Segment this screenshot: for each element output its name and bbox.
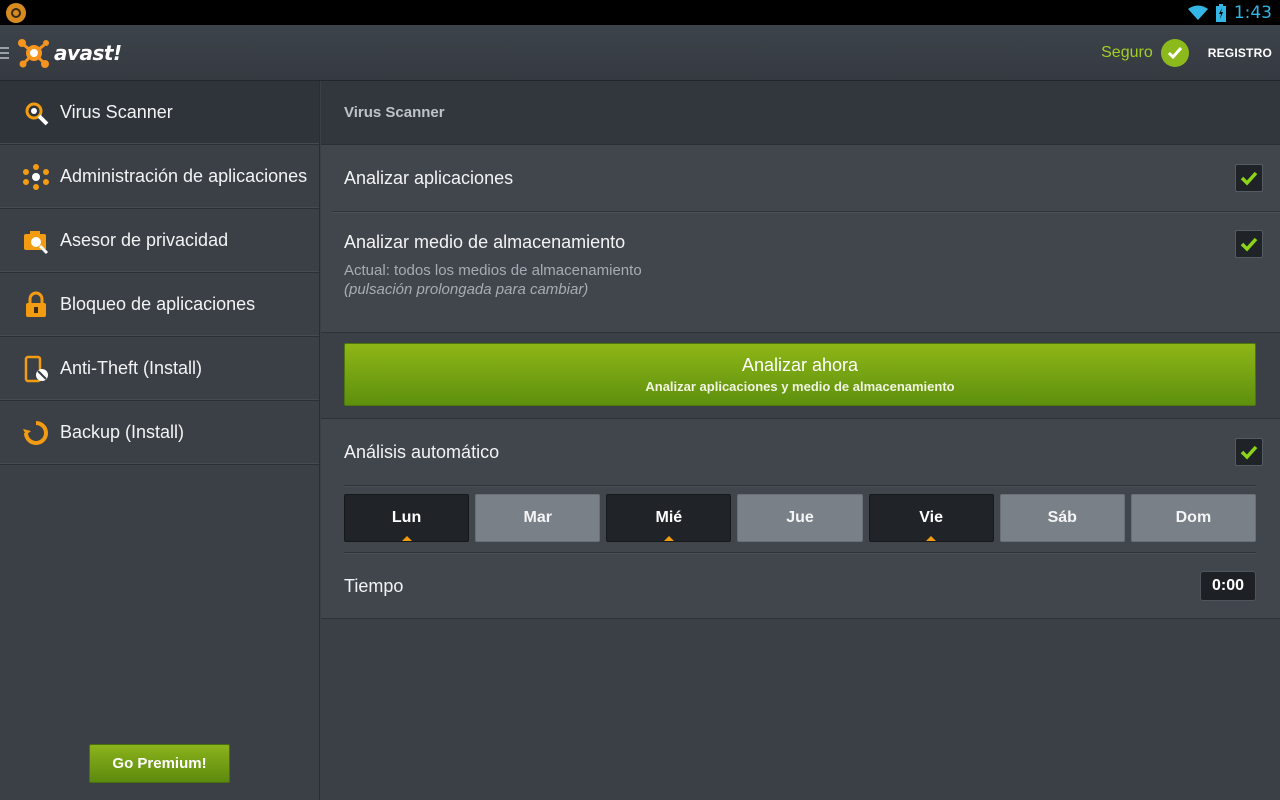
menu-icon[interactable]: [0, 46, 10, 59]
battery-icon: [1215, 3, 1226, 22]
sidebar-item-label: Bloqueo de aplicaciones: [60, 294, 256, 314]
auto-scan-label: Análisis automático: [344, 441, 500, 462]
scan-settings-panel: Analizar aplicaciones Analizar medio de …: [321, 145, 1280, 333]
scan-apps-row[interactable]: Analizar aplicaciones: [321, 145, 1280, 211]
scan-storage-row[interactable]: Analizar medio de almacenamiento Actual:…: [321, 212, 1280, 332]
day-toggle-sat[interactable]: Sáb: [999, 494, 1125, 542]
anti-theft-icon: [22, 355, 50, 383]
scan-storage-label: Analizar medio de almacenamiento: [344, 232, 626, 252]
sidebar-item-label: Asesor de privacidad: [60, 230, 229, 250]
protection-status-check-icon: [1160, 38, 1189, 67]
scan-now-label: Analizar ahora: [741, 355, 859, 375]
scan-now-sublabel: Analizar aplicaciones y medio de almacen…: [645, 379, 955, 394]
header-actions: Seguro REGISTRO: [1101, 38, 1280, 67]
scan-storage-current: Actual: todos los medios de almacenamien…: [344, 262, 642, 279]
clock: 1:43: [1233, 2, 1272, 23]
sidebar-item-label: Backup (Install): [60, 422, 185, 442]
sidebar-item-label: Anti-Theft (Install): [60, 358, 203, 378]
status-bar: 1:43: [0, 0, 1280, 25]
sidebar-item-app-lock[interactable]: Bloqueo de aplicaciones: [0, 273, 319, 337]
day-selector: Lun Mar Mié Jue Vie Sáb Dom: [321, 494, 1280, 542]
sidebar-item-app-management[interactable]: Administración de aplicaciones: [0, 145, 319, 209]
go-premium-button[interactable]: Go Premium!: [89, 744, 230, 783]
page-title: Virus Scanner: [321, 81, 1280, 145]
wifi-icon: [1187, 5, 1208, 20]
app-header: avast! Seguro REGISTRO: [0, 25, 1280, 81]
sidebar-item-label: Virus Scanner: [60, 102, 173, 122]
protection-status-label: Seguro: [1101, 43, 1153, 61]
time-label: Tiempo: [344, 575, 404, 596]
sidebar-item-anti-theft[interactable]: Anti-Theft (Install): [0, 337, 319, 401]
scan-storage-hint: (pulsación prolongada para cambiar): [344, 281, 589, 298]
avast-logo[interactable]: avast!: [16, 35, 122, 71]
backup-icon: [22, 419, 50, 447]
checkmark-icon: [1240, 445, 1258, 460]
divider: [344, 485, 1256, 486]
day-toggle-mon[interactable]: Lun: [344, 494, 470, 542]
day-toggle-fri[interactable]: Vie: [868, 494, 994, 542]
scan-storage-text: Analizar medio de almacenamiento Actual:…: [344, 232, 642, 298]
auto-scan-row[interactable]: Análisis automático: [321, 419, 1280, 485]
lock-icon: [22, 291, 50, 319]
sidebar-item-privacy-advisor[interactable]: Asesor de privacidad: [0, 209, 319, 273]
sidebar-item-backup[interactable]: Backup (Install): [0, 401, 319, 465]
register-button[interactable]: REGISTRO: [1208, 46, 1272, 60]
scan-now-button[interactable]: Analizar ahora Analizar aplicaciones y m…: [344, 343, 1256, 406]
sidebar-item-label: Administración de aplicaciones: [60, 166, 308, 186]
avast-logo-icon: [18, 38, 49, 68]
virus-scanner-icon: [22, 99, 50, 127]
logo-text: avast!: [54, 40, 122, 65]
auto-scan-panel: Análisis automático Lun Mar Mié Jue Vie …: [321, 419, 1280, 619]
sidebar-item-virus-scanner[interactable]: Virus Scanner: [0, 81, 319, 145]
sidebar: Virus Scanner Administración de aplicaci…: [0, 81, 320, 800]
privacy-advisor-icon: [22, 227, 50, 255]
checkmark-icon: [1240, 237, 1258, 252]
app-management-icon: [22, 163, 50, 191]
scan-apps-label: Analizar aplicaciones: [344, 167, 514, 188]
time-picker[interactable]: 0:00: [1200, 571, 1256, 601]
scan-apps-checkbox[interactable]: [1235, 164, 1263, 192]
day-toggle-thu[interactable]: Jue: [737, 494, 863, 542]
day-toggle-tue[interactable]: Mar: [475, 494, 601, 542]
status-right: 1:43: [1187, 2, 1272, 23]
checkmark-icon: [1240, 171, 1258, 186]
avast-notification-icon: [6, 2, 26, 23]
time-row[interactable]: Tiempo 0:00: [321, 553, 1280, 619]
scan-storage-checkbox[interactable]: [1235, 230, 1263, 258]
main-panel: Virus Scanner Analizar aplicaciones Anal…: [321, 81, 1280, 800]
day-toggle-sun[interactable]: Dom: [1130, 494, 1256, 542]
day-toggle-wed[interactable]: Mié: [606, 494, 732, 542]
auto-scan-checkbox[interactable]: [1235, 438, 1263, 466]
